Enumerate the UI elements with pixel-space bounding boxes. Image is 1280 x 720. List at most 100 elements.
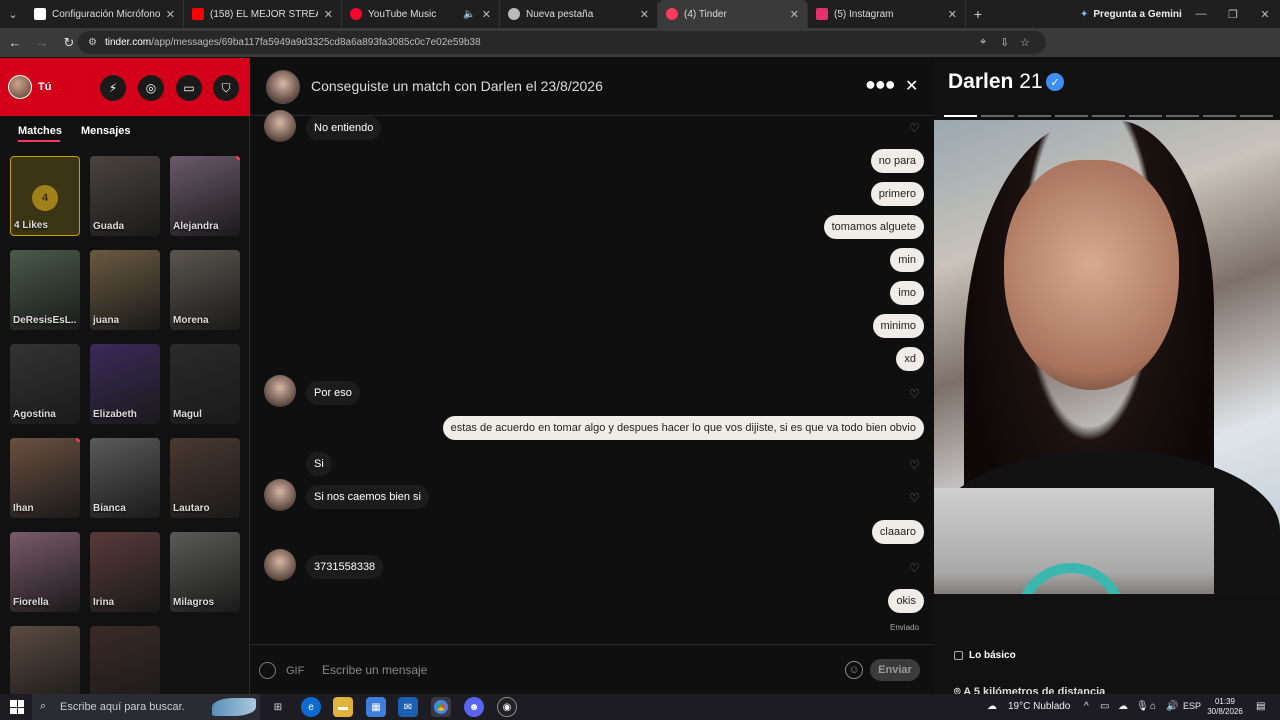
match-card[interactable]: Alejandra: [170, 156, 240, 236]
likes-card[interactable]: 4 4 Likes: [10, 156, 80, 236]
like-heart-icon[interactable]: ♡: [909, 387, 920, 401]
incoming-message[interactable]: 3731558338: [306, 555, 384, 579]
tab-obs[interactable]: Configuración Micrófono OBS ✕: [26, 0, 184, 28]
match-card[interactable]: Lautaro: [170, 438, 240, 518]
outgoing-message[interactable]: claaaro: [871, 520, 924, 544]
incoming-message[interactable]: Si: [306, 452, 332, 476]
like-heart-icon[interactable]: ♡: [909, 458, 920, 472]
forward-arrow-icon[interactable]: →: [30, 31, 54, 55]
boost-lightning-icon[interactable]: ⚡: [100, 75, 126, 101]
tab-instagram[interactable]: (5) Instagram ✕: [808, 0, 966, 28]
tab-close-icon[interactable]: ✕: [948, 8, 957, 21]
match-card[interactable]: Guada: [90, 156, 160, 236]
restore-icon[interactable]: ❐: [1216, 0, 1250, 28]
photo-indicator[interactable]: [1240, 115, 1273, 117]
minimize-icon[interactable]: —: [1184, 0, 1218, 28]
tray-app-icon[interactable]: ▭: [1100, 701, 1109, 712]
photo-indicator[interactable]: [1203, 115, 1236, 117]
incoming-message[interactable]: No entiendo: [306, 116, 382, 140]
match-card[interactable]: Morena: [170, 250, 240, 330]
tab-close-icon[interactable]: ✕: [324, 8, 333, 21]
close-chat-icon[interactable]: ✕: [905, 76, 918, 96]
tab-close-icon[interactable]: ✕: [166, 8, 175, 21]
tab-youtube-music[interactable]: YouTube Music 🔈 ✕: [342, 0, 500, 28]
discord-icon[interactable]: ☻: [464, 697, 484, 717]
match-card[interactable]: Elizabeth: [90, 344, 160, 424]
gif-icon[interactable]: [259, 662, 276, 679]
tab-matches[interactable]: Matches: [18, 125, 62, 137]
window-close-icon[interactable]: ✕: [1248, 0, 1280, 28]
match-card[interactable]: Fiorella: [10, 532, 80, 612]
volume-icon[interactable]: 🔊: [1166, 701, 1178, 712]
mail-icon[interactable]: ✉: [398, 697, 418, 717]
network-icon[interactable]: ⌂: [1150, 701, 1156, 712]
clock[interactable]: 01:39 30/8/2026: [1203, 697, 1247, 717]
photo-indicator[interactable]: [981, 115, 1014, 117]
obs-icon[interactable]: ◉: [497, 697, 517, 717]
notifications-icon[interactable]: ▤: [1256, 701, 1265, 712]
like-heart-icon[interactable]: ♡: [909, 561, 920, 575]
new-tab-plus-icon[interactable]: +: [966, 6, 990, 22]
outgoing-message[interactable]: xd: [896, 347, 924, 371]
bookmark-star-icon[interactable]: ☆: [1020, 36, 1030, 49]
photo-indicator-active[interactable]: [944, 115, 977, 117]
match-card[interactable]: juana: [90, 250, 160, 330]
gemini-button[interactable]: ✦ Pregunta a Gemini: [1080, 0, 1182, 28]
send-button[interactable]: Enviar: [870, 659, 920, 681]
match-card[interactable]: Ihan: [10, 438, 80, 518]
more-options-icon[interactable]: ●●●: [865, 74, 896, 95]
profile-photo[interactable]: [934, 120, 1280, 594]
install-icon[interactable]: ⇩: [1000, 36, 1009, 49]
outgoing-message[interactable]: estas de acuerdo en tomar algo y despues…: [442, 416, 924, 440]
tray-cloud-icon[interactable]: ☁: [1118, 701, 1128, 712]
back-arrow-icon[interactable]: ←: [3, 31, 27, 55]
photo-indicator[interactable]: [1018, 115, 1051, 117]
weather-text[interactable]: 19°C Nublado: [1008, 701, 1070, 712]
photo-indicator[interactable]: [1055, 115, 1088, 117]
tab-messages[interactable]: Mensajes: [81, 125, 131, 137]
store-icon[interactable]: ▦: [366, 697, 386, 717]
match-card[interactable]: Milagros: [170, 532, 240, 612]
match-card[interactable]: Irina: [90, 532, 160, 612]
file-explorer-icon[interactable]: ▬: [333, 697, 353, 717]
microphone-icon[interactable]: 🎙: [1136, 701, 1149, 712]
match-card[interactable]: DeResisEsL...: [10, 250, 80, 330]
incoming-message[interactable]: Si nos caemos bien si: [306, 485, 429, 509]
outgoing-message[interactable]: minimo: [872, 314, 924, 338]
outgoing-message[interactable]: min: [890, 248, 924, 272]
photo-indicator[interactable]: [1129, 115, 1162, 117]
tab-search-chevron-icon[interactable]: ⌄: [0, 0, 26, 28]
tab-close-icon[interactable]: ✕: [640, 8, 649, 21]
match-avatar[interactable]: [266, 70, 300, 104]
outgoing-message[interactable]: primero: [870, 182, 924, 206]
tab-new-tab[interactable]: Nueva pestaña ✕: [500, 0, 658, 28]
task-view-icon[interactable]: ⊞: [268, 697, 288, 717]
language-indicator[interactable]: ESP: [1183, 701, 1201, 711]
tray-chevron-icon[interactable]: ^: [1084, 701, 1089, 712]
outgoing-message[interactable]: no para: [870, 149, 924, 173]
match-card[interactable]: Bianca: [90, 438, 160, 518]
emoji-icon[interactable]: ☺: [845, 661, 863, 679]
gif-button[interactable]: GIF: [286, 665, 304, 677]
speaker-icon[interactable]: 🔈: [463, 9, 475, 20]
like-heart-icon[interactable]: ♡: [909, 121, 920, 135]
edge-icon[interactable]: e: [301, 697, 321, 717]
tab-close-icon[interactable]: ✕: [790, 8, 799, 21]
match-message-avatar[interactable]: [264, 375, 296, 407]
site-info-icon[interactable]: ⚙: [88, 37, 97, 48]
explore-compass-icon[interactable]: ◎: [138, 75, 164, 101]
tab-tinder[interactable]: (4) Tinder ✕: [658, 0, 808, 28]
address-bar[interactable]: ⚙ tinder.com/app/messages/69ba117fa5949a…: [78, 31, 1046, 54]
user-label[interactable]: Tú: [38, 81, 51, 93]
outgoing-message[interactable]: okis: [888, 589, 924, 613]
match-card[interactable]: Agostina: [10, 344, 80, 424]
windows-start-icon[interactable]: [10, 700, 24, 714]
match-card[interactable]: Magul: [170, 344, 240, 424]
match-message-avatar[interactable]: [264, 110, 296, 142]
outgoing-message[interactable]: imo: [890, 281, 924, 305]
photo-indicator[interactable]: [1166, 115, 1199, 117]
tab-close-icon[interactable]: ✕: [482, 8, 491, 21]
message-input[interactable]: [322, 659, 832, 681]
location-icon[interactable]: ⌖: [980, 36, 986, 49]
outgoing-message[interactable]: tomamos alguete: [823, 215, 924, 239]
